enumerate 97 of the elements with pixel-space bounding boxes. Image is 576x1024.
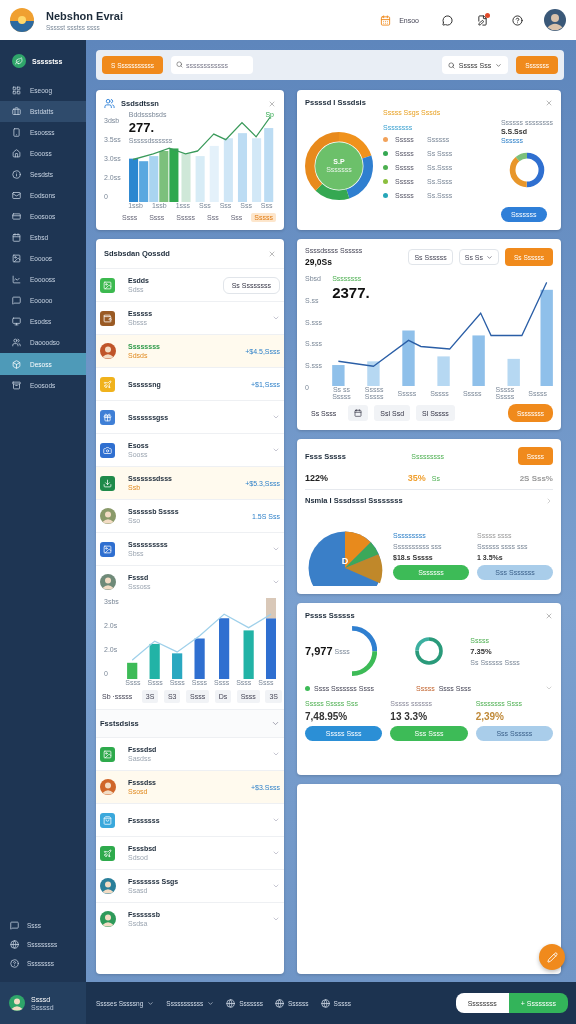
chevron-icon: [545, 684, 553, 692]
monitor-icon: [12, 317, 21, 326]
stat-value: 13 3.3%: [390, 711, 428, 722]
chevron-icon: [272, 915, 280, 923]
chart-bar: [181, 153, 191, 202]
phone-icon: [12, 128, 21, 137]
chevron-icon: [545, 496, 553, 505]
globe-icon: [226, 998, 236, 1008]
archive-icon: [12, 381, 21, 390]
leaf-icon: [12, 54, 26, 68]
close-button[interactable]: [545, 98, 553, 107]
logo-icon: [10, 8, 34, 32]
chart-bar: [195, 156, 205, 202]
half-ring-drawing: [351, 624, 377, 678]
globe-icon: [320, 998, 330, 1008]
close-button[interactable]: [268, 99, 276, 108]
chart-bar: [159, 151, 169, 202]
avatar-icon[interactable]: [544, 9, 566, 31]
people-icon: [104, 98, 115, 109]
chart-bar: [149, 643, 160, 679]
chart-bar: [243, 630, 254, 679]
status-dot: [305, 685, 310, 691]
stat-value: 2,39%: [475, 711, 504, 722]
pie-label: D: [341, 556, 349, 566]
calendar-icon: [380, 14, 392, 26]
caret-icon: [207, 999, 215, 1007]
card-icon: [12, 212, 21, 221]
chart-bar: [138, 161, 148, 202]
chart-bar: [194, 638, 205, 679]
chart-bar: [128, 158, 138, 202]
donut-chart-drawing: [508, 152, 545, 188]
chat-icon: [442, 14, 453, 26]
chart-bar: [437, 356, 450, 386]
close-button[interactable]: [268, 249, 276, 258]
chart-bar: [332, 365, 345, 386]
message-icon: [10, 921, 19, 930]
avatar-icon: [9, 995, 25, 1011]
chart-bar: [251, 138, 261, 202]
big-value: 277.: [128, 120, 156, 135]
app-title: Nebshon Evrai: [46, 9, 124, 22]
stat-value: 7,48.95%: [305, 711, 348, 722]
chevron-icon: [272, 545, 280, 553]
ring-value: 7,977: [305, 645, 333, 657]
chart-bar: [237, 133, 247, 202]
chart-bar: [507, 358, 520, 386]
big-value: 2377.: [332, 284, 370, 301]
chart-bar: [218, 618, 229, 679]
calendar-icon: [354, 409, 363, 417]
stat-value: 35%: [407, 473, 426, 483]
chevron-icon: [272, 578, 280, 586]
box-icon: [12, 359, 21, 369]
chevron-icon: [272, 849, 280, 857]
chevron-icon: [272, 413, 280, 421]
pencil-icon: [546, 951, 558, 963]
chevron-icon: [272, 816, 280, 824]
pen-icon: [477, 14, 488, 26]
caret-icon: [495, 61, 503, 69]
chart-bar: [209, 145, 219, 202]
info-icon: [12, 170, 21, 179]
chart-bar: [472, 335, 485, 386]
chart-bar: [126, 662, 138, 679]
ring-drawing: [414, 636, 444, 666]
stat-value: 122%: [305, 473, 329, 483]
caret-icon: [147, 999, 155, 1007]
search-icon: [176, 61, 183, 68]
chevron-icon: [272, 446, 280, 454]
briefcase-icon: [12, 107, 21, 116]
edit-button[interactable]: [539, 944, 565, 970]
grid-icon: [12, 86, 21, 95]
house-icon: [12, 149, 21, 158]
help-icon: [512, 14, 523, 26]
globe-icon: [275, 998, 284, 1008]
calendar-icon: [12, 233, 21, 242]
image-icon: [12, 254, 21, 263]
calendar-button[interactable]: [348, 405, 369, 421]
people-icon: [12, 338, 21, 347]
chart-bar: [223, 138, 233, 202]
globe-icon: [10, 940, 19, 949]
stat-value: 2S Sss%: [519, 474, 553, 483]
chart-bar: [402, 330, 415, 386]
message-icon: [12, 296, 21, 305]
chart-icon: [12, 275, 21, 284]
chevron-icon: [272, 882, 280, 890]
close-button[interactable]: [545, 611, 553, 620]
chart-bar: [367, 361, 380, 386]
mail-icon: [12, 191, 21, 200]
chevron-icon: [272, 314, 280, 322]
card-value: 29,0Ss: [305, 257, 333, 267]
search-icon: [447, 61, 455, 69]
chart-bar: [148, 156, 158, 202]
help-icon: [10, 959, 19, 968]
chevron-icon: [271, 719, 280, 728]
chevron-icon: [272, 750, 280, 758]
caret-icon: [486, 253, 493, 261]
chart-bar: [171, 653, 183, 679]
chart-bar: [169, 148, 179, 202]
donut-chart-drawing: [305, 131, 373, 200]
